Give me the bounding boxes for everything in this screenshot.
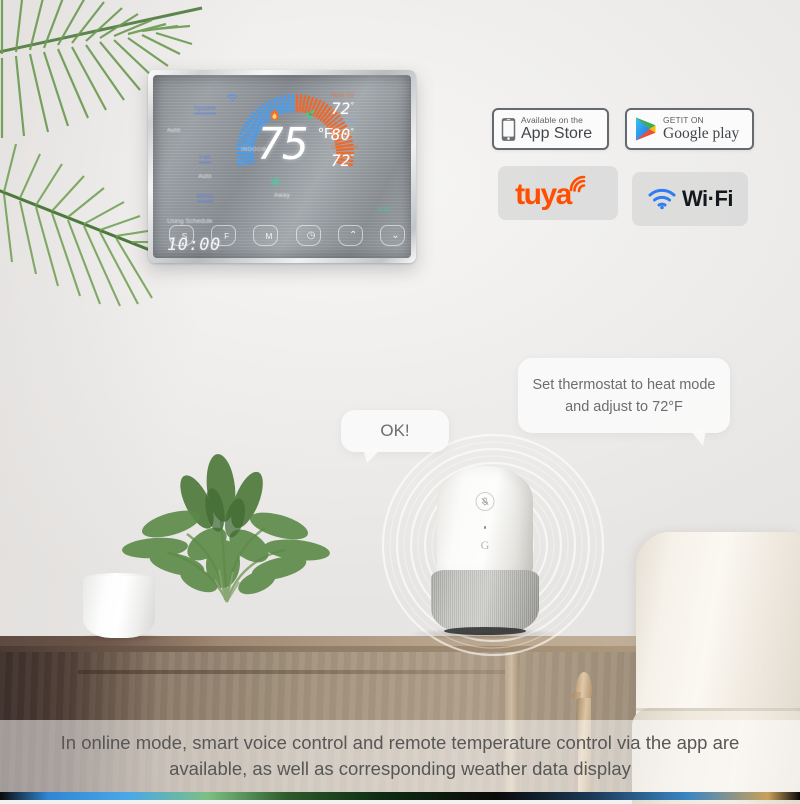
system-title: System [194, 106, 216, 114]
app-store-line1: Available on the [521, 114, 583, 125]
table-row: COOL TO 80° [331, 119, 397, 144]
speaker-led [484, 526, 486, 529]
caption-text: In online mode, smart voice control and … [60, 731, 740, 779]
google-play-triangle-icon [636, 117, 656, 141]
button-temp-up[interactable]: ⌃ [337, 225, 363, 246]
fan-title-row: Fan [167, 146, 243, 164]
iphone-icon [501, 117, 516, 141]
google-play-text: GETIT ON Google play [663, 114, 740, 142]
bubble-tail [363, 449, 381, 463]
thermostat-readouts: HEAT TO 72° COOL TO 80° OUTDOOR 72° SUN [331, 93, 397, 213]
wifi-badge[interactable]: Wi·Fi [632, 172, 748, 226]
heat-to-caption: HEAT TO [331, 93, 355, 99]
voice-command-text: Set thermostat to heat mode and adjust t… [532, 377, 716, 416]
wifi-logo-text: Wi·Fi [681, 186, 734, 211]
button-mode[interactable]: M [253, 225, 279, 246]
sideboard-shelf-line [78, 670, 508, 674]
bubble-tail [690, 429, 706, 446]
outdoor-value: 72° [331, 151, 355, 170]
microphone-mute-icon[interactable] [475, 492, 495, 511]
speaker-foot [444, 627, 526, 635]
plant-pot [83, 576, 155, 638]
button-schedule[interactable]: S [169, 225, 194, 246]
fan-title: Fan [199, 155, 211, 163]
smart-thermostat[interactable]: System Auto Fan Auto Menu Using Schedule… [148, 70, 416, 263]
system-value-row: Auto [167, 119, 243, 137]
armchair-back [636, 532, 800, 722]
fan-value-row: Auto [167, 165, 243, 183]
app-store-text: Available on the App Store [521, 114, 593, 143]
tuya-badge[interactable]: tuya [498, 166, 618, 220]
weather-sun-label: SUN [377, 207, 390, 213]
room-scene: G System Auto Fan Auto Menu Using Schedu… [0, 0, 800, 804]
armchair-seam [636, 708, 800, 711]
menu-row[interactable]: Menu [167, 185, 243, 203]
fan-blade-icon [305, 109, 316, 123]
voice-reply-text: OK! [380, 421, 410, 440]
speaker-brand-letter: G [480, 538, 490, 552]
menu-label: Menu [196, 194, 214, 202]
voice-reply-bubble: OK! [341, 410, 449, 463]
voice-command-bubble: Set thermostat to heat mode and adjust t… [518, 358, 730, 446]
outdoor-caption: OUTDOOR [331, 145, 359, 151]
wifi-fan-icon [648, 188, 676, 210]
google-home-speaker[interactable]: G [431, 466, 539, 636]
table-row: HEAT TO 72° [331, 93, 397, 118]
bottom-image-strip [0, 792, 800, 800]
google-play-line2: Google play [663, 124, 740, 142]
thermostat-button-row: S F M ◷ ⌃ ⌄ [169, 225, 405, 246]
away-label: Away [274, 193, 291, 199]
wifi-signal-icon [227, 94, 238, 106]
cool-to-value: 80° [331, 125, 355, 144]
app-store-line2: App Store [521, 124, 593, 142]
system-value: Auto [167, 128, 181, 134]
tuya-logo-text: tuya [515, 178, 572, 211]
tuya-signal-arc-icon [569, 175, 586, 193]
thermostat-screen[interactable]: System Auto Fan Auto Menu Using Schedule… [153, 75, 411, 258]
heat-flame-icon [269, 108, 280, 124]
schedule-status: Using Schedule [167, 218, 213, 225]
caption-overlay: In online mode, smart voice control and … [0, 720, 800, 792]
google-play-line1: GETIT ON [663, 114, 704, 125]
app-store-badge[interactable]: Available on the App Store [492, 108, 609, 150]
cool-snowflake-icon [270, 176, 281, 190]
button-clock[interactable]: ◷ [295, 225, 321, 246]
cool-to-caption: COOL TO [331, 119, 356, 125]
table-row: OUTDOOR 72° SUN [331, 145, 397, 213]
button-temp-down[interactable]: ⌄ [379, 225, 405, 246]
fan-value: Auto [198, 174, 212, 180]
speaker-top-shell: G [437, 466, 533, 576]
google-play-badge[interactable]: GETIT ON Google play [625, 108, 754, 150]
current-temperature: 75 [257, 119, 309, 170]
speaker-fabric-base [431, 570, 539, 635]
badge-group: Available on the App Store GETIT ON Goog… [492, 108, 754, 236]
button-fan[interactable]: F [211, 225, 237, 246]
heat-to-value: 72° [331, 99, 355, 118]
